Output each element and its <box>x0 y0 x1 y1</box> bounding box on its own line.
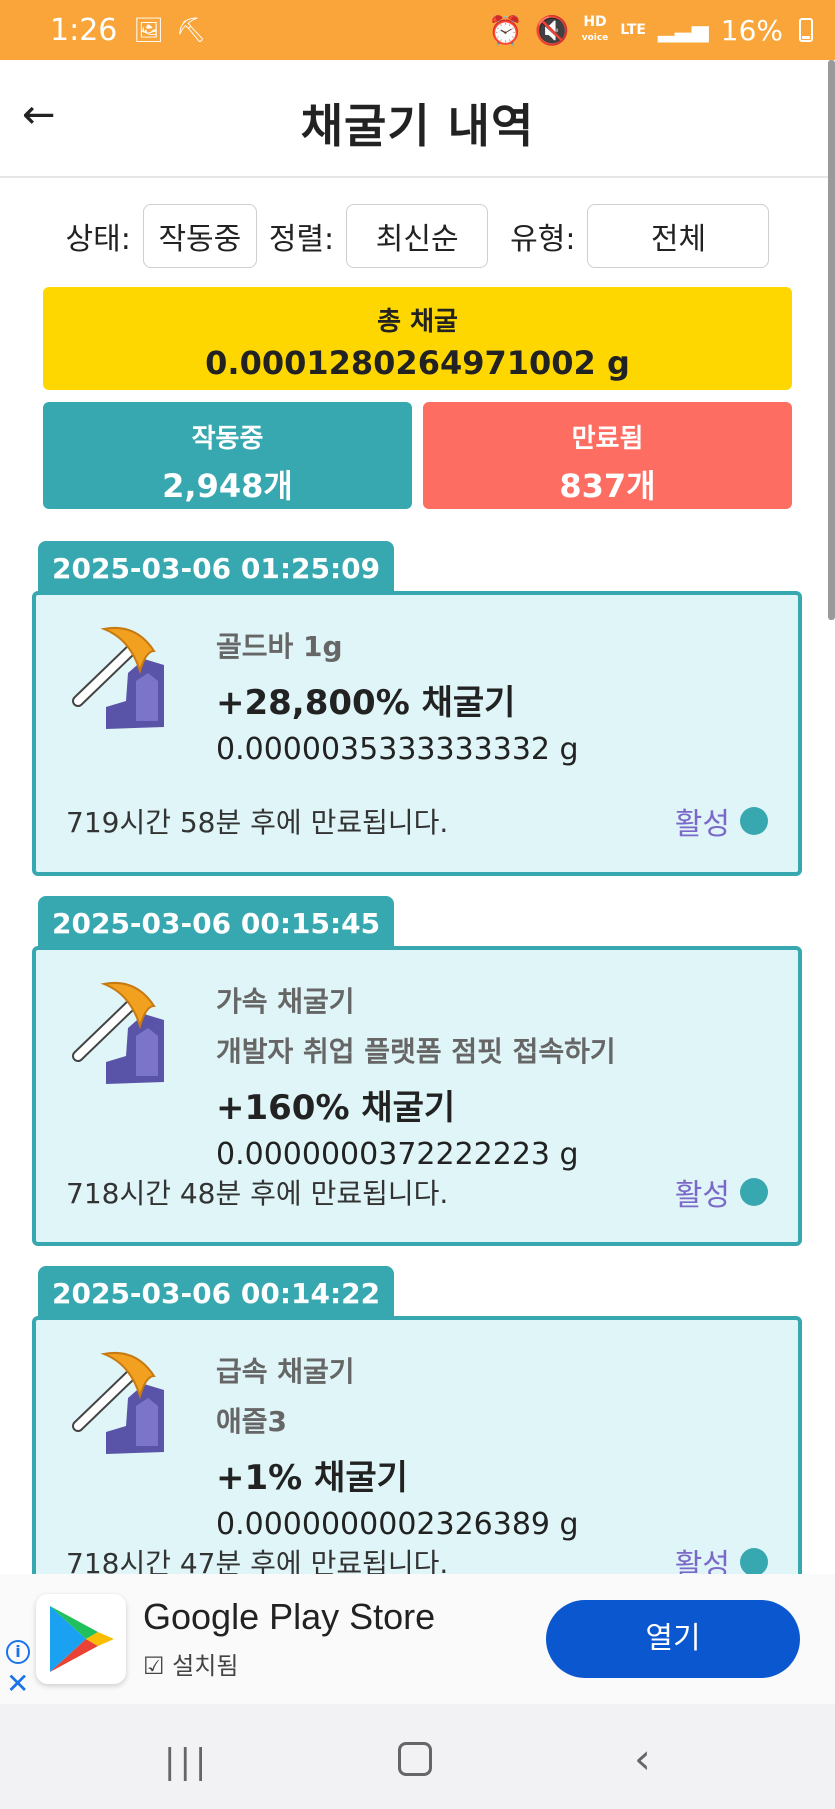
pickaxe-rock-icon <box>72 627 164 729</box>
miner-rate: +28,800% 채굴기 <box>216 683 516 723</box>
miner-rate: +1% 채굴기 <box>216 1458 408 1498</box>
app-header: ← 채굴기 내역 <box>0 60 835 178</box>
miner-amount: 0.0000035333333332 g <box>216 732 579 767</box>
expired-count-value: 837개 <box>559 467 656 505</box>
status-time: 1:26 <box>50 12 118 48</box>
ad-banner[interactable]: i ✕ Google Play Store ☑ 설치됨 열기 <box>0 1574 835 1704</box>
filter-bar: 상태: 작동중 정렬: 최신순 유형: 전체 <box>0 204 835 268</box>
pickaxe-rock-icon <box>72 1352 164 1454</box>
mute-icon: 🔇 <box>534 13 570 47</box>
lte-icon: LTE <box>620 22 646 38</box>
miner-expire: 718시간 47분 후에 만료됩니다. <box>66 1547 449 1574</box>
page-title: 채굴기 내역 <box>300 99 535 153</box>
status-icons: ⏰ 🔇 HD voice LTE ▂▃▅ 16% <box>488 14 813 47</box>
miner-expire: 719시간 58분 후에 만료됩니다. <box>66 806 449 839</box>
miner-status[interactable]: 활성 <box>675 1540 768 1574</box>
status-dot-icon <box>740 1548 768 1574</box>
sort-filter-label: 정렬: <box>268 222 335 257</box>
battery-percent: 16% <box>720 13 783 47</box>
scrollbar[interactable] <box>828 60 835 620</box>
miner-item: 2025-03-06 01:25:09 골드바 1g +28,800% 채굴기 … <box>32 541 802 876</box>
miner-card[interactable]: 급속 채굴기 애즐3 +1% 채굴기 0.0000000002326389 g … <box>32 1316 802 1574</box>
status-filter-select[interactable]: 작동중 <box>142 204 257 268</box>
ad-title: Google Play Store <box>143 1596 436 1637</box>
miner-date: 2025-03-06 01:25:09 <box>38 541 395 597</box>
alarm-icon: ⏰ <box>487 13 523 47</box>
total-mining-value: 0.0001280264971002 g <box>205 344 630 382</box>
miner-amount: 0.0000000372222223 g <box>216 1137 579 1172</box>
miner-name: 골드바 1g <box>216 630 343 663</box>
miner-info: 가속 채굴기 개발자 취업 플랫폼 점핏 접속하기 +160% 채굴기 0.00… <box>216 980 616 1172</box>
miner-date: 2025-03-06 00:15:45 <box>38 896 395 952</box>
system-back-button[interactable]: ‹ <box>634 1734 651 1783</box>
miner-rate: +160% 채굴기 <box>216 1088 456 1128</box>
active-count-box: 작동중 2,948개 <box>43 402 412 509</box>
miner-item: 2025-03-06 00:15:45 가속 채굴기 개발자 취업 플랫폼 점핏… <box>32 896 802 1246</box>
miner-subtitle: 개발자 취업 플랫폼 점핏 접속하기 <box>216 1035 616 1068</box>
active-count-label: 작동중 <box>191 424 264 454</box>
miner-date: 2025-03-06 00:14:22 <box>38 1266 395 1322</box>
type-filter-label: 유형: <box>510 222 576 257</box>
ad-info-icon[interactable]: i <box>6 1640 30 1664</box>
hd-voice-icon: HD voice <box>581 14 609 43</box>
miner-status[interactable]: 활성 <box>675 1170 768 1214</box>
status-dot-icon <box>740 1178 768 1206</box>
miner-card[interactable]: 골드바 1g +28,800% 채굴기 0.0000035333333332 g… <box>32 591 802 876</box>
miner-name: 가속 채굴기 <box>216 985 355 1018</box>
type-filter-select[interactable]: 전체 <box>587 204 770 268</box>
miner-item: 2025-03-06 00:14:22 급속 채굴기 애즐3 +1% 채굴기 0… <box>32 1266 802 1574</box>
ad-open-button[interactable]: 열기 <box>546 1600 800 1678</box>
google-play-icon <box>36 1594 126 1684</box>
recent-apps-button[interactable]: ||| <box>164 1742 210 1782</box>
miner-status-label: 활성 <box>674 807 730 842</box>
miner-name: 급속 채굴기 <box>216 1355 355 1388</box>
status-bar: 1:26 🖼 ⛏ ⏰ 🔇 HD voice LTE ▂▃▅ 16% <box>0 0 835 60</box>
ad-close-icon[interactable]: ✕ <box>6 1670 29 1698</box>
total-mining-label: 총 채굴 <box>377 307 458 337</box>
status-filter-label: 상태: <box>65 222 131 257</box>
expired-count-box: 만료됨 837개 <box>423 402 792 509</box>
pickaxe-rock-icon <box>72 982 164 1084</box>
signal-icon: ▂▃▅ <box>658 17 709 43</box>
miner-subtitle: 애즐3 <box>216 1405 288 1438</box>
miner-expire: 718시간 48분 후에 만료됩니다. <box>66 1177 449 1210</box>
miner-amount: 0.0000000002326389 g <box>216 1507 579 1542</box>
ad-subtitle: ☑ 설치됨 <box>143 1652 239 1680</box>
system-nav-bar: ||| ‹ <box>0 1704 835 1809</box>
battery-icon <box>799 18 813 42</box>
gallery-icon: 🖼 <box>133 16 164 44</box>
miner-status-label: 활성 <box>674 1548 730 1574</box>
expired-count-label: 만료됨 <box>571 424 644 454</box>
installed-check-icon: ☑ <box>143 1652 165 1680</box>
app-notification-icon: ⛏ <box>175 16 207 44</box>
sort-filter-select[interactable]: 최신순 <box>346 204 489 268</box>
miner-info: 급속 채굴기 애즐3 +1% 채굴기 0.0000000002326389 g <box>216 1350 579 1542</box>
miner-card[interactable]: 가속 채굴기 개발자 취업 플랫폼 점핏 접속하기 +160% 채굴기 0.00… <box>32 946 802 1246</box>
active-count-value: 2,948개 <box>162 467 293 505</box>
total-mining-box: 총 채굴 0.0001280264971002 g <box>43 287 792 390</box>
home-button[interactable] <box>398 1742 432 1776</box>
miner-status-label: 활성 <box>674 1178 730 1213</box>
miner-info: 골드바 1g +28,800% 채굴기 0.0000035333333332 g <box>216 625 579 767</box>
miner-status[interactable]: 활성 <box>675 799 768 843</box>
status-dot-icon <box>740 807 768 835</box>
